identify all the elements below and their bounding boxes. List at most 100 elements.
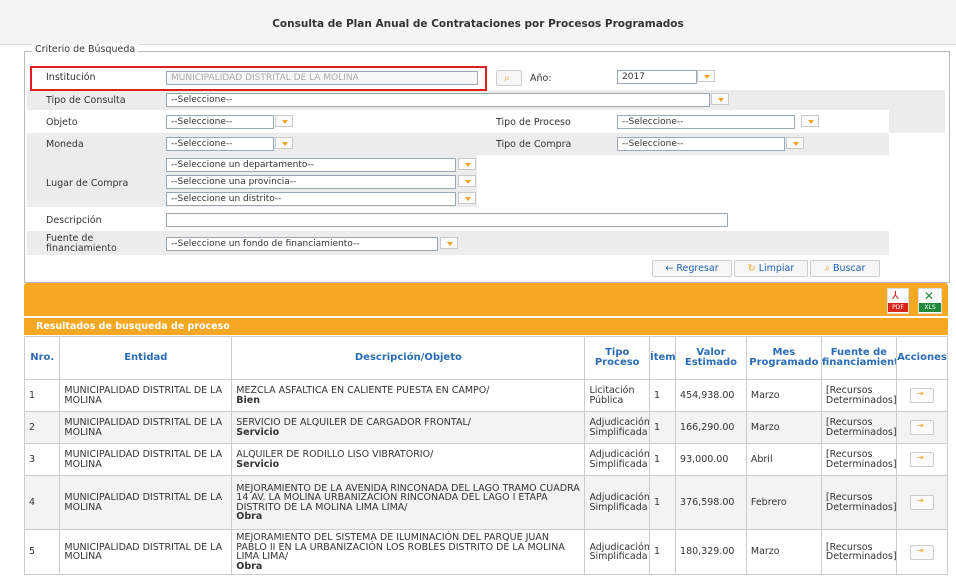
- cell-tipo: Licitación Pública: [584, 379, 651, 412]
- chevron-down-icon[interactable]: [458, 192, 476, 204]
- tipo-compra-label: Tipo de Compra: [496, 139, 572, 150]
- distrito-select[interactable]: --Seleccione un distrito--: [166, 192, 456, 206]
- cell-valor: 166,290.00: [675, 411, 747, 444]
- cell-mes: Marzo: [745, 411, 822, 444]
- cell-tipo: Adjudicación Simplificada: [584, 529, 651, 575]
- cell-descripcion: ALQUILER DE RODILLO LISO VIBRATORIO/Serv…: [231, 443, 586, 476]
- title-bar: Consulta de Plan Anual de Contrataciones…: [0, 0, 956, 45]
- cell-fuente: [Recursos Determinados]: [820, 529, 897, 575]
- results-header: Resultados de busqueda de proceso: [24, 318, 948, 335]
- chevron-down-icon[interactable]: [275, 115, 293, 127]
- cell-tipo: Adjudicación Simplificada: [584, 411, 651, 444]
- limpiar-button[interactable]: ↻ Limpiar: [734, 260, 808, 277]
- view-detail-button[interactable]: [909, 495, 934, 510]
- chevron-down-icon[interactable]: [275, 137, 293, 149]
- cell-entidad: MUNICIPALIDAD DISTRITAL DE LA MOLINA: [59, 379, 233, 412]
- institucion-field[interactable]: MUNICIPALIDAD DISTRITAL DE LA MOLINA: [166, 71, 478, 85]
- cell-fuente: [Recursos Determinados]: [820, 411, 897, 444]
- cell-nro: 2: [23, 411, 61, 444]
- chevron-down-icon[interactable]: [458, 175, 476, 187]
- fuente-select[interactable]: --Seleccione un fondo de financiamiento-…: [166, 237, 438, 251]
- row-bg-fuente: [27, 231, 889, 255]
- regresar-button[interactable]: ← Regresar: [652, 260, 732, 277]
- regresar-label: Regresar: [676, 263, 719, 274]
- col-mes-programado[interactable]: Mes Programado: [745, 336, 822, 380]
- cell-descripcion: MEJORAMIENTO DEL SISTEMA DE ILUMINACIÓN …: [231, 529, 586, 575]
- provincia-select[interactable]: --Seleccione una provincia--: [166, 175, 456, 189]
- col-items[interactable]: Ítems: [649, 336, 677, 380]
- cell-tipo: Adjudicación Simplificada: [584, 443, 651, 476]
- cell-items: 1: [649, 529, 677, 575]
- table-row: 1 MUNICIPALIDAD DISTRITAL DE LA MOLINA M…: [23, 379, 949, 412]
- objeto-text: Servicio: [236, 426, 280, 438]
- cell-mes: Febrero: [745, 475, 822, 530]
- cell-descripcion: MEJORAMIENTO DE LA AVENIDA RINCONADA DEL…: [231, 475, 586, 530]
- excel-icon: ✕: [924, 289, 935, 303]
- cell-valor: 454,938.00: [675, 379, 747, 412]
- table-row: 3 MUNICIPALIDAD DISTRITAL DE LA MOLINA A…: [23, 443, 949, 476]
- tipo-proceso-select[interactable]: --Seleccione--: [617, 115, 795, 129]
- objeto-label: Objeto: [46, 117, 78, 128]
- cell-nro: 4: [23, 475, 61, 530]
- descripcion-text: MEJORAMIENTO DE LA AVENIDA RINCONADA DEL…: [236, 482, 580, 513]
- search-icon: ⌕: [824, 263, 833, 274]
- results-table: Nro. Entidad Descripción/Objeto Tipo Pro…: [23, 336, 949, 575]
- departamento-select[interactable]: --Seleccione un departamento--: [166, 158, 456, 172]
- cell-items: 1: [649, 443, 677, 476]
- col-nro[interactable]: Nro.: [23, 336, 61, 380]
- col-fuente[interactable]: Fuente de financiamiento: [820, 336, 897, 380]
- chevron-down-icon[interactable]: [786, 137, 804, 149]
- col-tipo-proceso[interactable]: Tipo Proceso: [584, 336, 651, 380]
- cell-tipo: Adjudicación Simplificada: [584, 475, 651, 530]
- objeto-select[interactable]: --Seleccione--: [166, 115, 274, 129]
- cell-acciones: [895, 443, 949, 476]
- descripcion-input[interactable]: [166, 213, 728, 227]
- moneda-select[interactable]: --Seleccione--: [166, 137, 274, 151]
- col-valor-estimado[interactable]: Valor Estimado: [675, 336, 747, 380]
- cell-items: 1: [649, 475, 677, 530]
- tipo-consulta-label: Tipo de Consulta: [46, 95, 126, 106]
- institucion-label: Institución: [46, 72, 96, 83]
- row-bg-right: [889, 90, 945, 133]
- buscar-button[interactable]: ⌕ Buscar: [810, 260, 880, 277]
- cell-acciones: [895, 529, 949, 575]
- cell-items: 1: [649, 379, 677, 412]
- anio-label: Año:: [530, 73, 552, 84]
- chevron-down-icon[interactable]: [458, 158, 476, 170]
- col-acciones: Acciones: [895, 336, 949, 380]
- col-entidad[interactable]: Entidad: [59, 336, 233, 380]
- tipo-consulta-select[interactable]: --Seleccione--: [166, 93, 710, 107]
- view-detail-button[interactable]: [909, 388, 934, 403]
- cell-entidad: MUNICIPALIDAD DISTRITAL DE LA MOLINA: [59, 443, 233, 476]
- chevron-down-icon[interactable]: [801, 115, 819, 127]
- objeto-text: Obra: [236, 511, 263, 522]
- page-title: Consulta de Plan Anual de Contrataciones…: [272, 18, 684, 30]
- chevron-down-icon[interactable]: [711, 93, 729, 105]
- view-detail-button[interactable]: [909, 452, 934, 467]
- cell-acciones: [895, 475, 949, 530]
- cell-entidad: MUNICIPALIDAD DISTRITAL DE LA MOLINA: [59, 529, 233, 575]
- moneda-label: Moneda: [46, 139, 84, 150]
- cell-items: 1: [649, 411, 677, 444]
- cell-valor: 376,598.00: [675, 475, 747, 530]
- export-toolbar: [24, 283, 948, 316]
- cell-mes: Marzo: [745, 379, 822, 412]
- descripcion-label: Descripción: [46, 215, 102, 226]
- chevron-down-icon[interactable]: [697, 70, 715, 82]
- cell-fuente: [Recursos Determinados]: [820, 443, 897, 476]
- objeto-text: Servicio: [236, 458, 280, 470]
- limpiar-label: Limpiar: [758, 263, 795, 274]
- view-detail-button[interactable]: [909, 544, 934, 560]
- fuente-label: Fuente de financiamiento: [46, 233, 117, 254]
- xls-export-button[interactable]: ✕ XLS: [918, 288, 942, 314]
- view-detail-button[interactable]: [909, 420, 934, 435]
- chevron-down-icon[interactable]: [440, 237, 458, 249]
- tipo-compra-select[interactable]: --Seleccione--: [617, 137, 785, 151]
- col-descripcion[interactable]: Descripción/Objeto: [231, 336, 586, 380]
- cell-mes: Abril: [745, 443, 822, 476]
- pdf-export-button[interactable]: ⅄ PDF: [887, 288, 909, 314]
- objeto-text: Bien: [236, 394, 260, 406]
- cell-entidad: MUNICIPALIDAD DISTRITAL DE LA MOLINA: [59, 411, 233, 444]
- search-institucion-button[interactable]: ⌕: [496, 70, 522, 86]
- anio-select[interactable]: 2017: [617, 70, 697, 84]
